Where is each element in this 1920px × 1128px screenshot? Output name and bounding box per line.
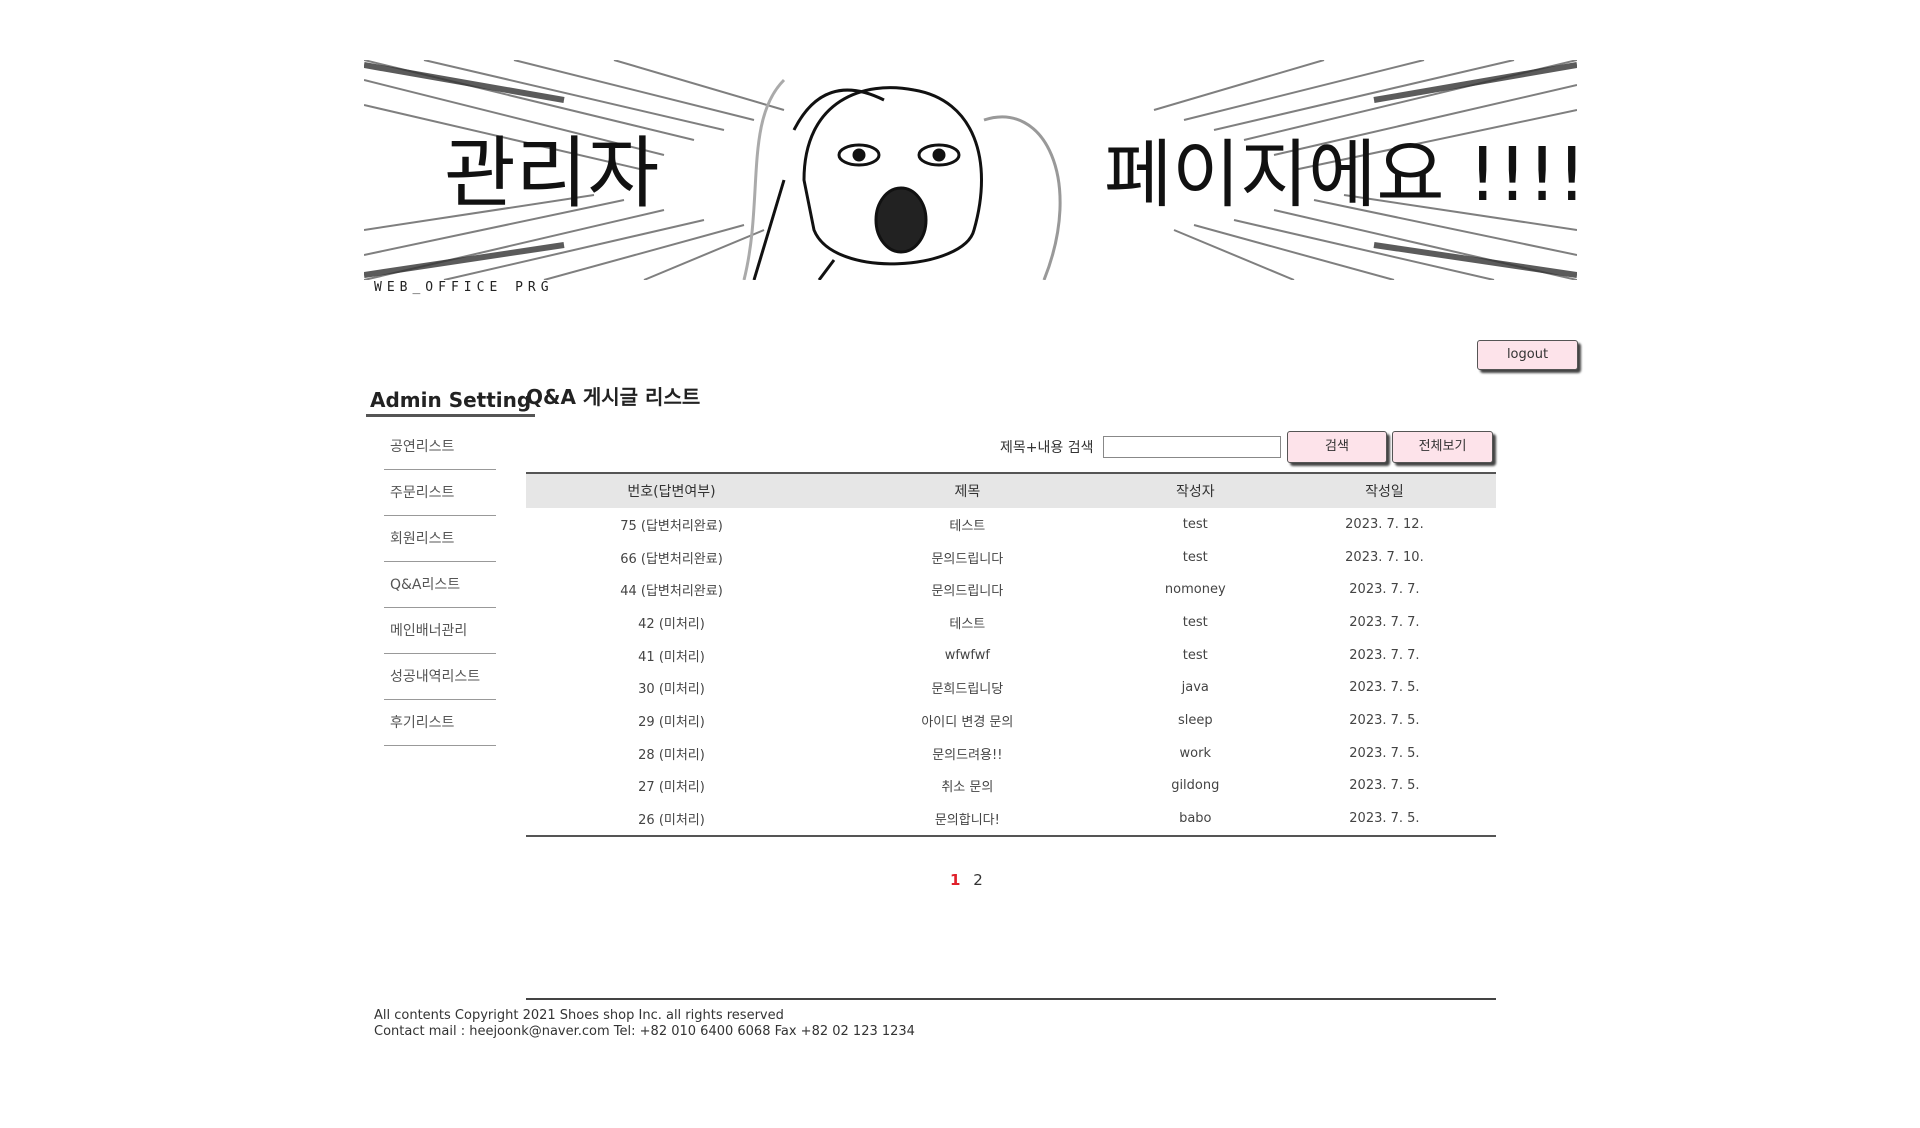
table-row[interactable]: 66 (답변처리완료) 문의드립니다 test 2023. 7. 10. xyxy=(526,541,1496,574)
footer: All contents Copyright 2021 Shoes shop I… xyxy=(374,1008,915,1040)
banner-text-right: 페이지에요 !!!!! xyxy=(1104,132,1577,218)
table-row[interactable]: 44 (답변처리완료) 문의드립니다 nomoney 2023. 7. 7. xyxy=(526,573,1496,606)
search-input[interactable] xyxy=(1103,436,1281,458)
cell-author: work xyxy=(1179,745,1212,761)
cell-date: 2023. 7. 5. xyxy=(1349,712,1420,728)
cell-title-link[interactable]: 문희드립니당 xyxy=(817,671,1118,704)
cell-number: 28 (미처리) xyxy=(638,747,705,763)
cell-author: sleep xyxy=(1177,712,1213,728)
brand-label: WEB_OFFICE PRG xyxy=(374,280,554,295)
table-row[interactable]: 29 (미처리) 아이디 변경 문의 sleep 2023. 7. 5. xyxy=(526,704,1496,737)
cell-title-link[interactable]: 문의드립니다 xyxy=(817,573,1118,606)
cell-title-link[interactable]: 문의합니다! xyxy=(817,802,1118,837)
sidebar-item-main-banner[interactable]: 메인배너관리 xyxy=(384,608,496,654)
cell-number: 29 (미처리) xyxy=(638,714,705,730)
cell-date: 2023. 7. 7. xyxy=(1349,614,1420,630)
cell-number: 44 (답변처리완료) xyxy=(620,584,723,600)
view-all-button[interactable]: 전체보기 xyxy=(1392,431,1493,463)
page-title: Q&A 게시글 리스트 xyxy=(526,385,701,409)
table-row[interactable]: 26 (미처리) 문의합니다! babo 2023. 7. 5. xyxy=(526,802,1496,837)
cell-title-link[interactable]: 취소 문의 xyxy=(817,770,1118,803)
table-row[interactable]: 28 (미처리) 문의드려용!! work 2023. 7. 5. xyxy=(526,737,1496,770)
banner-text-left: 관리자 xyxy=(444,129,659,219)
cell-date: 2023. 7. 7. xyxy=(1349,647,1420,663)
search-button[interactable]: 검색 xyxy=(1287,431,1387,463)
banner-illustration: 관리자 페이지에요 !!!!! xyxy=(364,60,1577,280)
cell-number: 26 (미처리) xyxy=(526,802,817,837)
cell-date: 2023. 7. 10. xyxy=(1345,549,1424,565)
column-header-author: 작성자 xyxy=(1117,472,1273,508)
sidebar-item-success-history[interactable]: 성공내역리스트 xyxy=(384,654,496,700)
cell-author: babo xyxy=(1117,802,1273,837)
cell-date: 2023. 7. 7. xyxy=(1349,582,1420,598)
cell-title-link[interactable]: 아이디 변경 문의 xyxy=(817,704,1118,737)
table-row[interactable]: 30 (미처리) 문희드립니당 java 2023. 7. 5. xyxy=(526,671,1496,704)
cell-author: test xyxy=(1182,516,1208,532)
footer-contact: Contact mail : heejoonk@naver.com Tel: +… xyxy=(374,1024,915,1039)
cell-author: java xyxy=(1181,680,1209,696)
sidebar-item-order-list[interactable]: 주문리스트 xyxy=(384,470,496,516)
pagination: 1 2 xyxy=(950,871,991,889)
cell-number: 27 (미처리) xyxy=(638,780,705,796)
table-header-row: 번호(답변여부) 제목 작성자 작성일 xyxy=(526,472,1496,508)
page-link-1[interactable]: 1 xyxy=(950,871,960,889)
cell-number: 42 (미처리) xyxy=(638,616,705,632)
cell-date: 2023. 7. 5. xyxy=(1349,745,1420,761)
page-link-2[interactable]: 2 xyxy=(973,871,983,889)
cell-date: 2023. 7. 5. xyxy=(1349,778,1420,794)
column-header-date: 작성일 xyxy=(1272,472,1496,508)
cell-author: test xyxy=(1182,549,1208,565)
cell-title-link[interactable]: 테스트 xyxy=(817,508,1118,541)
logout-button[interactable]: logout xyxy=(1477,340,1578,370)
sidebar-nav: 공연리스트 주문리스트 회원리스트 Q&A리스트 메인배너관리 성공내역리스트 … xyxy=(384,424,496,746)
header-banner: 관리자 페이지에요 !!!!! xyxy=(364,60,1577,280)
cell-number: 66 (답변처리완료) xyxy=(620,551,723,567)
cell-number: 75 (답변처리완료) xyxy=(620,518,723,534)
cell-title-link[interactable]: 테스트 xyxy=(817,606,1118,639)
sidebar-title: Admin Setting xyxy=(366,388,536,417)
search-label: 제목+내용 검색 xyxy=(1000,440,1094,456)
qa-table: 번호(답변여부) 제목 작성자 작성일 75 (답변처리완료) 테스트 test… xyxy=(526,472,1496,837)
cell-date: 2023. 7. 5. xyxy=(1349,680,1420,696)
sidebar-item-member-list[interactable]: 회원리스트 xyxy=(384,516,496,562)
cell-date: 2023. 7. 12. xyxy=(1345,516,1424,532)
table-row[interactable]: 27 (미처리) 취소 문의 gildong 2023. 7. 5. xyxy=(526,770,1496,803)
cell-number: 41 (미처리) xyxy=(638,649,705,665)
column-header-title: 제목 xyxy=(817,472,1118,508)
cell-author: nomoney xyxy=(1164,582,1226,598)
cell-title-link[interactable]: wfwfwf xyxy=(817,639,1118,672)
cell-title-link[interactable]: 문의드려용!! xyxy=(817,737,1118,770)
cell-number: 30 (미처리) xyxy=(638,682,705,698)
table-row[interactable]: 41 (미처리) wfwfwf test 2023. 7. 7. xyxy=(526,639,1496,672)
cell-date: 2023. 7. 5. xyxy=(1272,802,1496,837)
cell-author: test xyxy=(1182,647,1208,663)
sidebar-item-review-list[interactable]: 후기리스트 xyxy=(384,700,496,746)
cell-author: gildong xyxy=(1171,778,1220,794)
table-row[interactable]: 42 (미처리) 테스트 test 2023. 7. 7. xyxy=(526,606,1496,639)
table-row[interactable]: 75 (답변처리완료) 테스트 test 2023. 7. 12. xyxy=(526,508,1496,541)
sidebar-item-performance-list[interactable]: 공연리스트 xyxy=(384,424,496,470)
cell-title-link[interactable]: 문의드립니다 xyxy=(817,541,1118,574)
footer-divider xyxy=(526,998,1496,1000)
column-header-number: 번호(답변여부) xyxy=(526,472,817,508)
footer-copyright: All contents Copyright 2021 Shoes shop I… xyxy=(374,1008,784,1023)
cell-author: test xyxy=(1182,614,1208,630)
sidebar-item-qa-list[interactable]: Q&A리스트 xyxy=(384,562,496,608)
